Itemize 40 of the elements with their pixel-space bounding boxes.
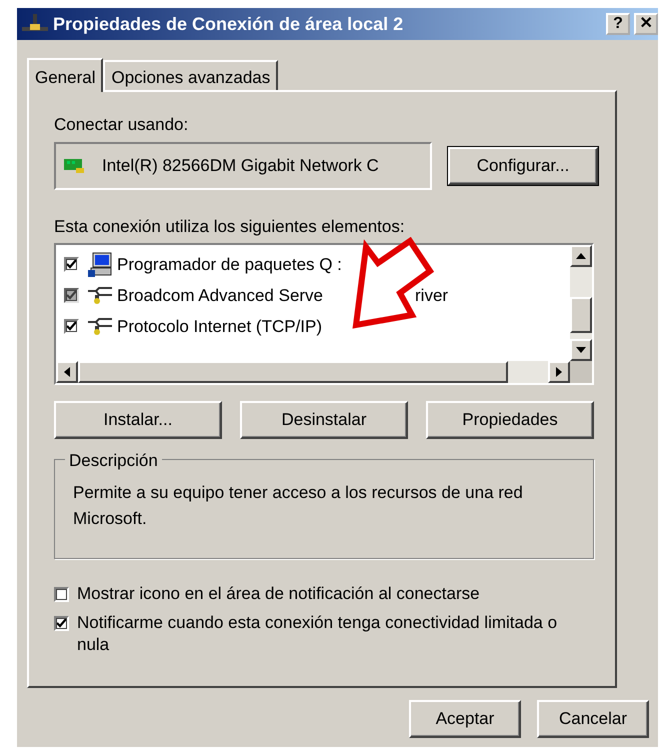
scroll-thumb[interactable] [78,361,508,383]
close-button[interactable]: ✕ [634,13,658,35]
section-label: Esta conexión utiliza los siguientes elementos: [54,216,406,238]
properties-button[interactable]: Propiedades [426,401,594,439]
checkbox-label[interactable]: Notificarme cuando esta conexión tenga conectividad limitada o nula [77,612,584,655]
checkbox-label[interactable]: Mostrar icono en el área de notificación al conectarse [77,583,480,604]
cancel-button[interactable]: Cancelar [537,700,649,738]
left-arrow-icon [64,367,70,377]
network-protocol-icon [87,318,113,336]
checkbox[interactable] [64,257,79,272]
list-item-label[interactable]: Protocolo Internet (TCP/IP) [117,314,322,340]
help-button[interactable]: ? [606,13,630,35]
scroll-up-button[interactable] [570,245,592,267]
checkbox[interactable] [64,319,79,334]
vertical-scrollbar[interactable] [570,245,592,361]
up-arrow-icon [576,253,586,259]
horizontal-scrollbar[interactable] [56,361,592,383]
list-item-label[interactable]: Programador de paquetes Q : [117,252,342,278]
install-button[interactable]: Instalar... [54,401,222,439]
tab[interactable]: Opciones avanzadas [103,60,278,90]
window-title: Propiedades de Conexión de área local 2 [53,12,404,36]
ok-button[interactable]: Aceptar [409,700,521,738]
adapter-name: Intel(R) 82566DM Gigabit Network C [102,154,379,177]
uninstall-button[interactable]: Desinstalar [240,401,408,439]
computer-icon [87,252,113,278]
checkbox[interactable] [54,616,69,632]
scroll-left-button[interactable] [56,361,78,383]
network-card-icon [64,158,86,174]
configure-button[interactable]: Configurar... [448,146,598,184]
section-label: Conectar usando: [54,114,190,136]
scroll-down-button[interactable] [570,339,592,361]
network-protocol-icon [87,286,113,304]
checkbox[interactable] [54,587,69,602]
right-arrow-icon [556,367,562,377]
description-text: Permite a su equipo tener acceso a los recursos de una red Microsoft. [73,482,524,530]
scrollbar-corner [570,361,592,383]
tab[interactable]: General [27,58,104,92]
scroll-thumb[interactable] [570,297,592,333]
scroll-right-button[interactable] [548,361,570,383]
down-arrow-icon [576,347,586,353]
